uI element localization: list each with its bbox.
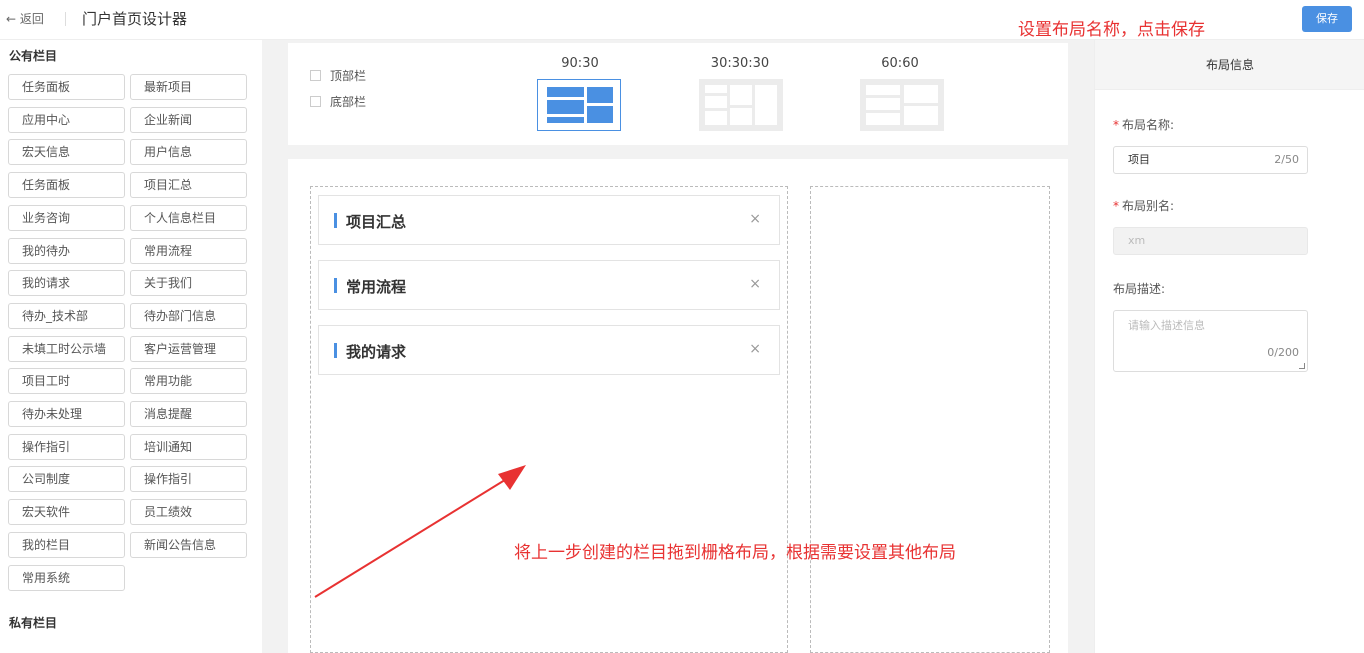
layout-options-panel: 顶部栏 底部栏 90:30 30:30:30 60:60 xyxy=(288,43,1068,145)
layout-option-60-60[interactable] xyxy=(860,79,944,131)
column-chip[interactable]: 企业新闻 xyxy=(130,106,247,133)
top-bar-label: 顶部栏 xyxy=(330,69,367,83)
layout-info-panel: 布局信息 * 布局名称: 项目 2/50 * 布局别名: xm 布局描述: 请输入描… xyxy=(1094,40,1364,653)
column-card[interactable]: 常用流程 × xyxy=(318,260,780,310)
layout-option-label: 90:30 xyxy=(561,56,599,71)
column-chip[interactable]: 业务咨询 xyxy=(8,204,125,231)
column-chip[interactable]: 消息提醒 xyxy=(130,401,247,427)
resize-grip-icon[interactable] xyxy=(1299,363,1305,369)
card-title: 常用流程 xyxy=(346,278,407,296)
annotation-center: 将上一步创建的栏目拖到栅格布局，根据需要设置其他布局 xyxy=(514,543,956,563)
bottom-bar-label: 底部栏 xyxy=(330,95,367,109)
layout-desc-textarea[interactable]: 请输入描述信息 0/200 xyxy=(1113,310,1308,372)
layout-option-label: 60:60 xyxy=(881,56,919,71)
column-chip[interactable]: 我的待办 xyxy=(8,237,125,264)
layout-alias-input: xm xyxy=(1113,227,1308,255)
column-chip[interactable]: 培训通知 xyxy=(130,433,247,460)
char-count: 0/200 xyxy=(1267,346,1299,359)
card-title: 项目汇总 xyxy=(346,213,407,231)
column-chip[interactable]: 项目汇总 xyxy=(130,172,247,199)
column-chip[interactable]: 我的请求 xyxy=(8,270,125,297)
card-accent-bar xyxy=(334,278,337,293)
layout-option-30-30-30[interactable] xyxy=(699,79,783,131)
panel-title: 布局信息 xyxy=(1095,40,1364,90)
column-chip[interactable]: 操作指引 xyxy=(8,433,125,460)
column-chip[interactable]: 个人信息栏目 xyxy=(130,204,247,231)
column-chip[interactable]: 客户运营管理 xyxy=(130,335,247,362)
checkbox-box xyxy=(310,96,321,107)
column-chip[interactable]: 待办未处理 xyxy=(8,401,125,427)
column-chip[interactable]: 公司制度 xyxy=(8,466,125,493)
column-chip[interactable]: 待办部门信息 xyxy=(130,302,247,329)
card-title: 我的请求 xyxy=(346,343,407,361)
column-chip[interactable]: 用户信息 xyxy=(130,139,247,166)
bottom-bar-checkbox[interactable]: 底部栏 xyxy=(310,93,366,110)
layout-30-30-30-icon xyxy=(699,79,783,131)
private-columns-title: 私有栏目 xyxy=(9,616,58,630)
public-columns-title: 公有栏目 xyxy=(9,49,58,63)
char-count: 2/50 xyxy=(1274,153,1299,166)
column-chip[interactable]: 操作指引 xyxy=(130,466,247,493)
close-icon[interactable]: × xyxy=(749,276,761,292)
column-chip[interactable]: 未填工时公示墙 xyxy=(8,335,125,362)
back-button[interactable]: ← 返回 xyxy=(6,10,44,27)
column-chip[interactable]: 宏天软件 xyxy=(8,499,125,526)
column-chip[interactable]: 任务面板 xyxy=(8,74,125,100)
save-button[interactable]: 保存 xyxy=(1302,6,1352,32)
column-chip[interactable]: 常用系统 xyxy=(8,564,125,591)
column-card[interactable]: 我的请求 × xyxy=(318,325,780,375)
column-chip[interactable]: 我的栏目 xyxy=(8,531,125,558)
column-chip[interactable]: 常用流程 xyxy=(130,237,247,264)
column-chip[interactable]: 待办_技术部 xyxy=(8,302,125,329)
column-chip[interactable]: 项目工时 xyxy=(8,368,125,395)
layout-option-90-30[interactable] xyxy=(537,79,621,131)
card-accent-bar xyxy=(334,213,337,228)
column-chip[interactable]: 最新项目 xyxy=(130,74,247,100)
close-icon[interactable]: × xyxy=(749,211,761,227)
page-title: 门户首页设计器 xyxy=(82,10,188,28)
column-chip[interactable]: 关于我们 xyxy=(130,270,247,297)
column-chip[interactable]: 员工绩效 xyxy=(130,499,247,526)
card-accent-bar xyxy=(334,343,337,358)
top-bar-checkbox[interactable]: 顶部栏 xyxy=(310,67,366,84)
layout-90-30-icon xyxy=(547,87,613,123)
sidebar: 公有栏目 任务面板 最新项目 应用中心 企业新闻 宏天信息 用户信息 任务面板 项目汇总 业务咨… xyxy=(0,40,262,653)
divider xyxy=(65,12,66,26)
checkbox-box xyxy=(310,70,321,81)
grid-layout-panel: 项目汇总 × 常用流程 × 我的请求 × xyxy=(288,159,1068,653)
layout-60-60-icon xyxy=(860,79,944,131)
layout-desc-label: 布局描述: xyxy=(1113,282,1166,296)
grid-column-right[interactable] xyxy=(810,186,1050,653)
close-icon[interactable]: × xyxy=(749,341,761,357)
layout-option-label: 30:30:30 xyxy=(710,56,770,71)
column-card[interactable]: 项目汇总 × xyxy=(318,195,780,245)
column-chip[interactable]: 任务面板 xyxy=(8,172,125,199)
column-chip[interactable]: 宏天信息 xyxy=(8,139,125,166)
column-chip[interactable]: 应用中心 xyxy=(8,106,125,133)
column-chip[interactable]: 常用功能 xyxy=(130,368,247,395)
layout-name-label: * 布局名称: xyxy=(1113,118,1175,132)
layout-alias-label: * 布局别名: xyxy=(1113,199,1175,213)
grid-column-left[interactable]: 项目汇总 × 常用流程 × 我的请求 × xyxy=(310,186,788,653)
layout-name-input[interactable]: 项目 2/50 xyxy=(1113,146,1308,174)
column-chip[interactable]: 新闻公告信息 xyxy=(130,531,247,558)
